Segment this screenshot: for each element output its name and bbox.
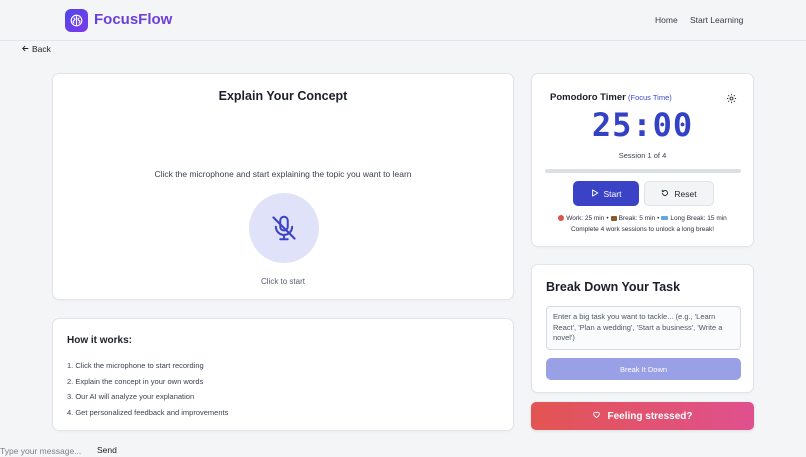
timer-display: 25:00 (591, 106, 694, 144)
nav-start-learning-link[interactable]: Start Learning (690, 15, 743, 25)
task-title: Break Down Your Task (546, 280, 681, 294)
feeling-stressed-button[interactable]: Feeling stressed? (531, 402, 754, 430)
timer-note: Complete 4 work sessions to unlock a lon… (570, 226, 715, 233)
feeling-stressed-label: Feeling stressed? (607, 410, 693, 422)
wave-icon (661, 216, 669, 220)
send-button[interactable]: Send (97, 445, 117, 455)
start-button[interactable]: Start (573, 181, 639, 206)
pomodoro-timer-card: Pomodoro Timer (Focus Time) 25:00 Sessio… (531, 73, 754, 247)
reset-button[interactable]: Reset (644, 181, 714, 206)
timer-durations: Work: 25 min • Break: 5 min • Long Break: 15… (532, 215, 753, 222)
message-input[interactable] (0, 444, 92, 457)
heart-icon (592, 410, 601, 422)
brain-logo-icon[interactable] (65, 9, 88, 32)
start-label: Start (603, 188, 622, 199)
break-it-down-button[interactable]: Break It Down (546, 358, 741, 380)
timer-title: Pomodoro Timer (550, 92, 626, 103)
reset-icon (661, 189, 669, 199)
how-step: 4. Get personalized feedback and improve… (67, 407, 229, 417)
how-it-works-title: How it works: (67, 335, 133, 346)
coffee-icon (610, 216, 617, 221)
how-it-works-steps: 1. Click the microphone to start recordi… (67, 361, 228, 423)
explain-concept-card: Explain Your Concept Click the microphon… (52, 73, 514, 300)
concept-instruction: Click the microphone and start explainin… (154, 169, 412, 179)
reset-label: Reset (674, 188, 697, 199)
break-down-task-card: Break Down Your Task Break It Down (531, 264, 754, 393)
microphone-off-icon (272, 215, 296, 241)
mic-status-text: Click to start (260, 277, 305, 286)
how-step: 2. Explain the concept in your own words (67, 376, 204, 386)
work-duration: Work: 25 min (566, 215, 605, 222)
task-input[interactable] (546, 306, 741, 350)
session-counter: Session 1 of 4 (618, 151, 667, 160)
back-label: Back (32, 44, 51, 54)
top-navbar: FocusFlow Home Start Learning (0, 0, 806, 41)
break-duration: Break: 5 min (618, 215, 656, 222)
timer-mode: (Focus Time) (628, 93, 672, 102)
brand-name[interactable]: FocusFlow (94, 11, 172, 28)
back-link[interactable]: Back (22, 44, 51, 54)
tomato-icon (558, 215, 565, 221)
how-step: 1. Click the microphone to start recordi… (67, 361, 204, 370)
gear-icon[interactable] (726, 91, 737, 104)
timer-progress-bar (545, 169, 741, 173)
how-step: 3. Our AI will analyze your explanation (67, 392, 195, 401)
long-break-duration: Long Break: 15 min (670, 215, 727, 222)
how-it-works-card: How it works: 1. Click the microphone to… (52, 318, 514, 431)
arrow-left-icon (22, 44, 29, 54)
microphone-button[interactable] (249, 193, 319, 263)
nav-home-link[interactable]: Home (655, 15, 678, 25)
concept-title: Explain Your Concept (218, 89, 348, 103)
play-icon (591, 188, 599, 199)
